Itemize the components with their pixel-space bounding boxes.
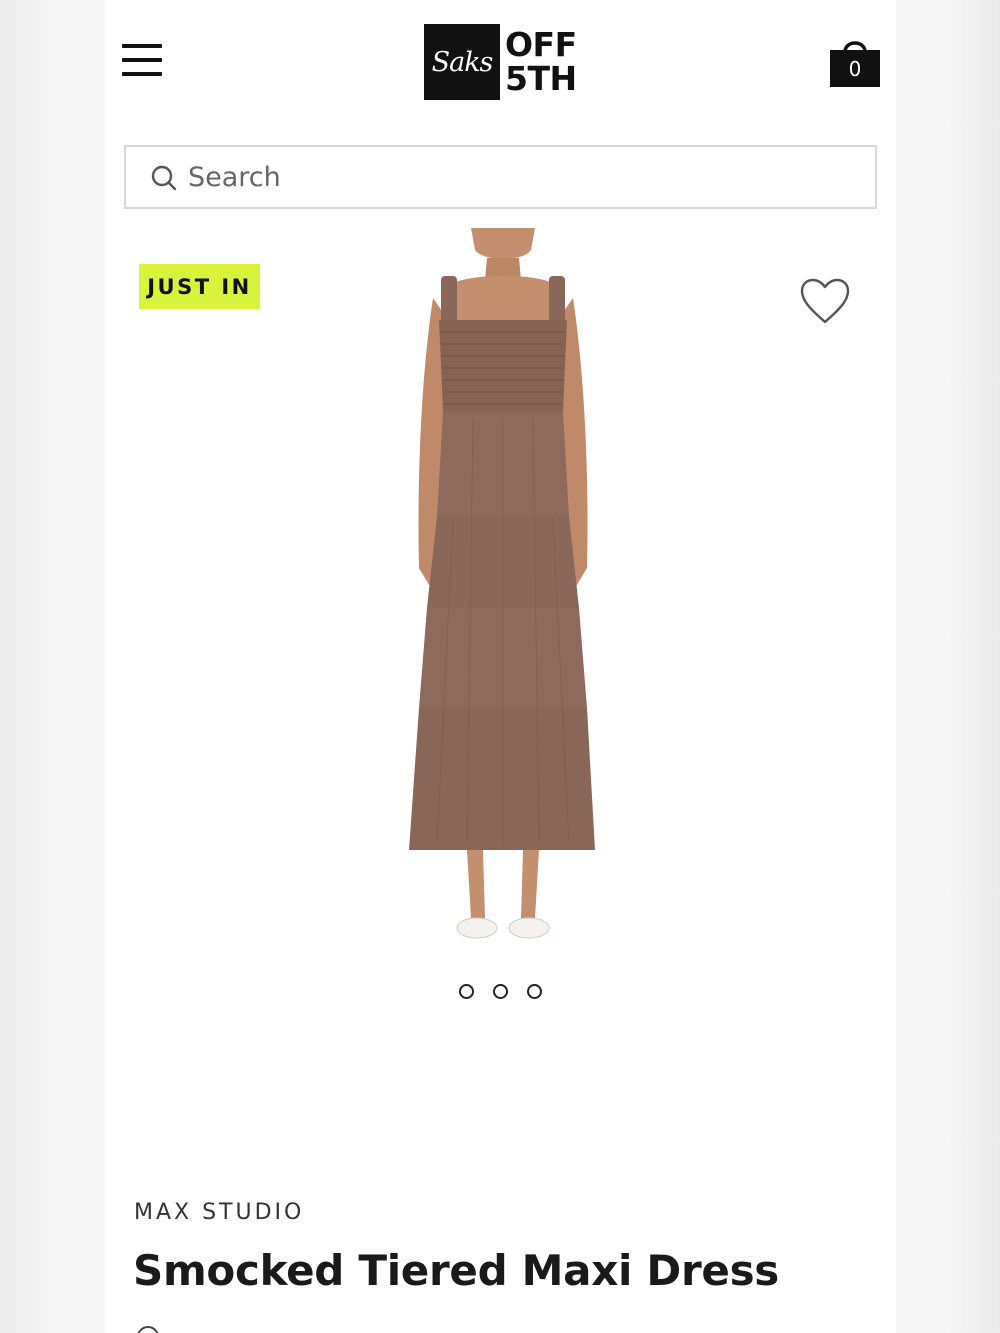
- search-bar[interactable]: [124, 145, 877, 209]
- hamburger-menu-icon[interactable]: [122, 42, 164, 80]
- partial-next-element: [137, 1326, 159, 1333]
- product-image[interactable]: [383, 228, 623, 944]
- carousel-dot[interactable]: [493, 984, 508, 999]
- logo-wordmark: OFF 5TH: [505, 25, 577, 98]
- heart-icon[interactable]: [799, 278, 851, 326]
- image-carousel-dots: [455, 984, 545, 1000]
- menu-line: [122, 72, 162, 76]
- shopping-bag-button[interactable]: 0: [829, 36, 881, 88]
- search-input[interactable]: [188, 157, 848, 197]
- logo-mark: Saks: [424, 24, 500, 100]
- search-icon: [151, 165, 177, 191]
- menu-line: [122, 58, 162, 62]
- bag-count: 0: [848, 57, 862, 81]
- saks-off-5th-logo[interactable]: Saks OFF 5TH: [424, 24, 584, 100]
- product-brand[interactable]: MAX STUDIO: [134, 1200, 304, 1225]
- product-title: Smocked Tiered Maxi Dress: [133, 1246, 779, 1295]
- just-in-badge: JUST IN: [139, 264, 260, 309]
- mobile-screen: Saks OFF 5TH 0 Search JUST IN MAX STUDIO…: [105, 0, 896, 1333]
- carousel-dot[interactable]: [527, 984, 542, 999]
- menu-line: [122, 44, 162, 48]
- carousel-dot[interactable]: [459, 984, 474, 999]
